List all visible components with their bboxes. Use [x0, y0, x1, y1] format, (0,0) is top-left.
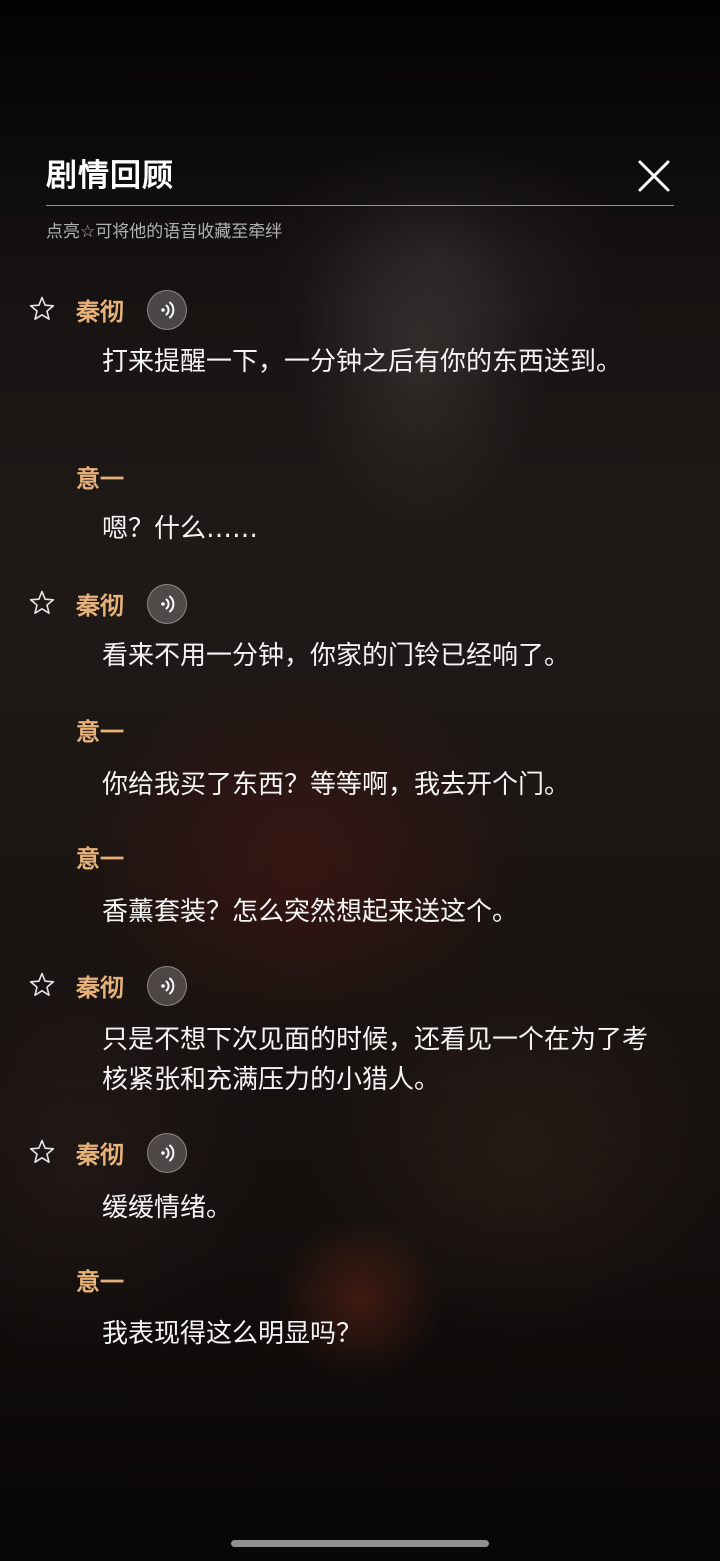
- dialogue-text: 只是不想下次见面的时候，还看见一个在为了考核紧张和充满压力的小猎人。: [102, 1025, 649, 1095]
- voice-play-button[interactable]: [147, 584, 187, 624]
- dialogue-text: 香薰套装？怎么突然想起来送这个。: [102, 897, 519, 927]
- star-outline-icon: [29, 1139, 55, 1164]
- speaker-name: 意一: [76, 464, 124, 493]
- dialogue-text: 缓缓情绪。: [102, 1193, 233, 1223]
- close-icon: [638, 160, 670, 192]
- voice-play-icon: [161, 301, 175, 319]
- dialogue-entry: 秦彻 只是不想下次见面的时候，还看见一个在为了考核紧张和充满压力的小猎人。: [0, 966, 720, 1095]
- dialogue-text: 你给我买了东西？等等啊，我去开个门。: [102, 770, 571, 800]
- favorite-star-button[interactable]: [28, 589, 56, 617]
- home-indicator[interactable]: [231, 1540, 489, 1547]
- favorite-star-button[interactable]: [28, 295, 56, 323]
- review-header: 剧情回顾: [46, 150, 674, 195]
- speaker-name: 意一: [76, 844, 124, 873]
- voice-play-button[interactable]: [147, 966, 187, 1006]
- dialogue-text: 我表现得这么明显吗？: [102, 1319, 363, 1349]
- voice-play-button[interactable]: [147, 1133, 187, 1173]
- star-outline-icon: [29, 590, 55, 615]
- dialogue-text: 打来提醒一下，一分钟之后有你的东西送到。: [102, 347, 623, 377]
- voice-play-icon: [161, 1144, 175, 1162]
- voice-play-icon: [161, 977, 175, 995]
- dialogue-entry: 意一 嗯？什么……: [0, 457, 720, 544]
- speaker-name: 秦彻: [76, 1140, 124, 1169]
- speaker-name: 意一: [76, 717, 124, 746]
- dialogue-entry: 意一 你给我买了东西？等等啊，我去开个门。: [0, 710, 720, 800]
- dialogue-entry: 意一 香薰套装？怎么突然想起来送这个。: [0, 837, 720, 927]
- favorite-hint: 点亮☆可将他的语音收藏至牵绊: [46, 222, 283, 242]
- speaker-name: 秦彻: [76, 297, 124, 326]
- speaker-name: 秦彻: [76, 973, 124, 1002]
- voice-play-button[interactable]: [147, 290, 187, 330]
- dialogue-entry: 秦彻 打来提醒一下，一分钟之后有你的东西送到。: [0, 290, 720, 377]
- voice-play-icon: [161, 595, 175, 613]
- favorite-star-button[interactable]: [28, 1138, 56, 1166]
- star-outline-icon: [29, 972, 55, 997]
- page-title: 剧情回顾: [46, 158, 174, 194]
- dialogue-text: 看来不用一分钟，你家的门铃已经响了。: [102, 641, 571, 671]
- header-divider: [46, 205, 674, 206]
- dialogue-entry: 意一 我表现得这么明显吗？: [0, 1260, 720, 1349]
- close-button[interactable]: [634, 156, 674, 196]
- favorite-star-button[interactable]: [28, 971, 56, 999]
- speaker-name: 意一: [76, 1267, 124, 1296]
- dialogue-entry: 秦彻 缓缓情绪。: [0, 1133, 720, 1223]
- dialogue-entry: 秦彻 看来不用一分钟，你家的门铃已经响了。: [0, 584, 720, 671]
- speaker-name: 秦彻: [76, 591, 124, 620]
- star-outline-icon: [29, 296, 55, 321]
- dialogue-text: 嗯？什么……: [102, 514, 259, 544]
